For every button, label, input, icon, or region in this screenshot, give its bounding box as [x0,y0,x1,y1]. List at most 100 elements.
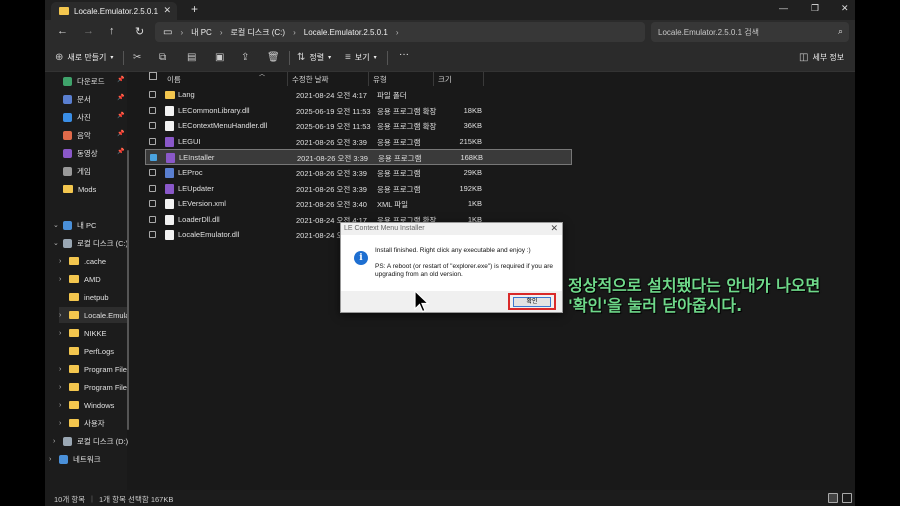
column-header-date[interactable]: 수정한 날짜 [292,74,329,85]
column-divider[interactable] [483,72,484,86]
chevron-right-icon[interactable]: › [59,384,69,391]
close-window-icon[interactable]: ✕ [841,3,849,14]
breadcrumb-folder[interactable]: Locale.Emulator.2.5.0.1 [304,28,388,37]
maximize-icon[interactable]: ❐ [811,3,819,14]
sidebar-item-quick-access[interactable]: Mods [63,181,96,197]
paste-icon[interactable]: ▤ [187,52,196,63]
sidebar-scrollbar[interactable] [127,150,129,430]
tutorial-caption: 정상적으로 설치됐다는 안내가 나오면 '확인'을 눌러 닫아줍시다. [568,276,820,316]
chevron-right-icon[interactable]: › [59,276,69,283]
select-all-checkbox[interactable] [149,72,157,80]
up-icon[interactable]: ↑ [109,25,115,37]
sidebar-item-quick-access[interactable]: 동영상 [63,145,98,161]
sidebar-item-quick-access[interactable]: 음악 [63,127,91,143]
file-row[interactable]: LEUpdater 2021-08-26 오전 3:39 응용 프로그램 192KB [145,181,572,197]
column-divider[interactable] [433,72,434,86]
details-view-icon[interactable] [828,493,838,503]
address-bar[interactable]: ▭ › 내 PC › 로컬 디스크 (C:) › Locale.Emulator… [155,22,645,42]
row-checkbox[interactable] [149,169,156,176]
chevron-right-icon: › [53,437,56,445]
file-row[interactable]: LEVersion.xml 2021-08-26 오전 3:40 XML 파일 1KB [145,196,572,212]
breadcrumb-this-pc[interactable]: 내 PC [191,27,212,38]
dialog-close-icon[interactable]: ✕ [550,223,558,234]
application-icon [165,136,174,147]
file-row[interactable]: LEContextMenuHandler.dll 2025-06-19 오전 11… [145,118,572,134]
delete-icon[interactable]: 🗑 [267,52,280,63]
sidebar-item-folder[interactable]: › NIKKE [59,325,127,341]
row-checkbox[interactable] [149,231,156,239]
tiles-view-icon[interactable] [842,493,852,503]
column-header-size[interactable]: 크기 [438,74,452,85]
file-row[interactable]: LEGUI 2021-08-26 오전 3:39 응용 프로그램 215KB [145,134,572,150]
file-row[interactable]: LECommonLibrary.dll 2025-06-19 오전 11:53 응용… [145,103,572,119]
sidebar-item-folder[interactable]: › Program Files (x86) [59,379,127,395]
row-checkbox[interactable] [149,137,156,145]
rename-icon[interactable]: ▣ [215,52,224,63]
new-tab-icon[interactable]: + [191,2,198,16]
refresh-icon[interactable]: ↻ [135,25,144,38]
folder-icon [69,419,79,427]
new-button[interactable]: ⊕ 새로 만들기 ▾ [55,52,113,63]
sort-button[interactable]: ⇅ 정렬 ▾ [297,52,331,63]
sidebar-item-drive-d[interactable]: › 로컬 디스크 (D:) [53,433,128,449]
row-checkbox[interactable] [149,184,156,192]
chevron-right-icon[interactable]: › [59,330,69,337]
chevron-right-icon[interactable]: › [59,402,69,409]
file-name: LEContextMenuHandler.dll [178,121,268,131]
download-icon [63,76,72,86]
sidebar-item-folder[interactable]: › Program Files [59,361,127,377]
sidebar-item-folder[interactable]: › .cache [59,253,127,269]
row-checkbox[interactable] [149,215,156,223]
application-icon [165,168,174,178]
file-row[interactable]: Lang 2021-08-24 오전 4:17 파일 폴더 [145,87,572,103]
tab-close-icon[interactable]: ✕ [163,5,171,16]
back-icon[interactable]: ← [57,25,68,37]
ok-button[interactable]: 확인 [513,297,551,307]
column-divider[interactable] [287,72,288,86]
row-checkbox[interactable] [149,200,156,208]
application-icon [165,183,174,194]
sidebar-item-drive-c[interactable]: ⌄ 로컬 디스크 (C:) [53,235,128,251]
sidebar-item-quick-access[interactable]: 사진 [63,109,91,125]
chevron-right-icon[interactable]: › [59,366,69,373]
row-checkbox[interactable] [149,106,156,114]
explorer-tab[interactable]: Locale.Emulator.2.5.0.1 ✕ [51,2,177,20]
sidebar-item-this-pc[interactable]: ⌄ 내 PC [53,217,96,233]
chevron-right-icon[interactable]: › [59,312,69,319]
sidebar-item-folder[interactable]: › Windows [59,397,127,413]
view-button[interactable]: ≡ 보기 ▾ [345,52,377,63]
chevron-right-icon[interactable]: › [59,258,69,265]
file-row[interactable]: LEProc 2021-08-26 오전 3:39 응용 프로그램 29KB [145,165,572,181]
sidebar-item-quick-access[interactable]: 문서 [63,91,91,107]
cut-icon[interactable]: ✂ [133,52,141,63]
share-icon[interactable]: ⇪ [241,52,249,63]
row-checkbox[interactable] [149,91,156,98]
file-row[interactable]: LEInstaller 2021-08-26 오전 3:39 응용 프로그램 168K… [145,149,572,166]
sidebar-item-network[interactable]: › 네트워크 [49,451,101,467]
chevron-down-icon: ⌄ [53,240,59,247]
navigation-bar: ← → ↑ ↻ ▭ › 내 PC › 로컬 디스크 (C:) › Locale.… [45,20,855,44]
minimize-icon[interactable]: — [779,3,788,13]
row-checkbox[interactable] [150,154,157,162]
sidebar-item-folder[interactable]: › 사용자 [59,415,127,431]
chevron-right-icon[interactable]: › [59,420,69,427]
sidebar-item-folder[interactable]: › AMD [59,271,127,287]
sidebar-item-quick-access[interactable]: 다운로드 [63,73,105,89]
sidebar-item-folder[interactable]: inetpub [59,289,127,305]
sidebar-item-folder[interactable]: › Locale.Emulator.2.5.0.1 [59,307,127,323]
monitor-icon: ▭ [163,26,173,38]
forward-icon[interactable]: → [83,25,94,37]
column-header-name[interactable]: 이름 [167,74,181,85]
column-divider[interactable] [368,72,369,86]
breadcrumb-drive-c[interactable]: 로컬 디스크 (C:) [231,27,286,38]
folder-icon [69,401,79,409]
column-header-type[interactable]: 유형 [373,74,387,85]
more-options-icon[interactable]: ··· [399,49,409,60]
search-input[interactable]: Locale.Emulator.2.5.0.1 검색 ⌕ [651,22,849,42]
sidebar-item-quick-access[interactable]: 게임 [63,163,91,179]
caption-line-2: '확인'을 눌러 닫아줍시다. [568,296,743,315]
sidebar-item-folder[interactable]: PerfLogs [59,343,127,359]
details-pane-button[interactable]: ◫ 세부 정보 [799,52,844,63]
copy-icon[interactable]: ⧉ [159,52,166,63]
row-checkbox[interactable] [149,122,156,130]
